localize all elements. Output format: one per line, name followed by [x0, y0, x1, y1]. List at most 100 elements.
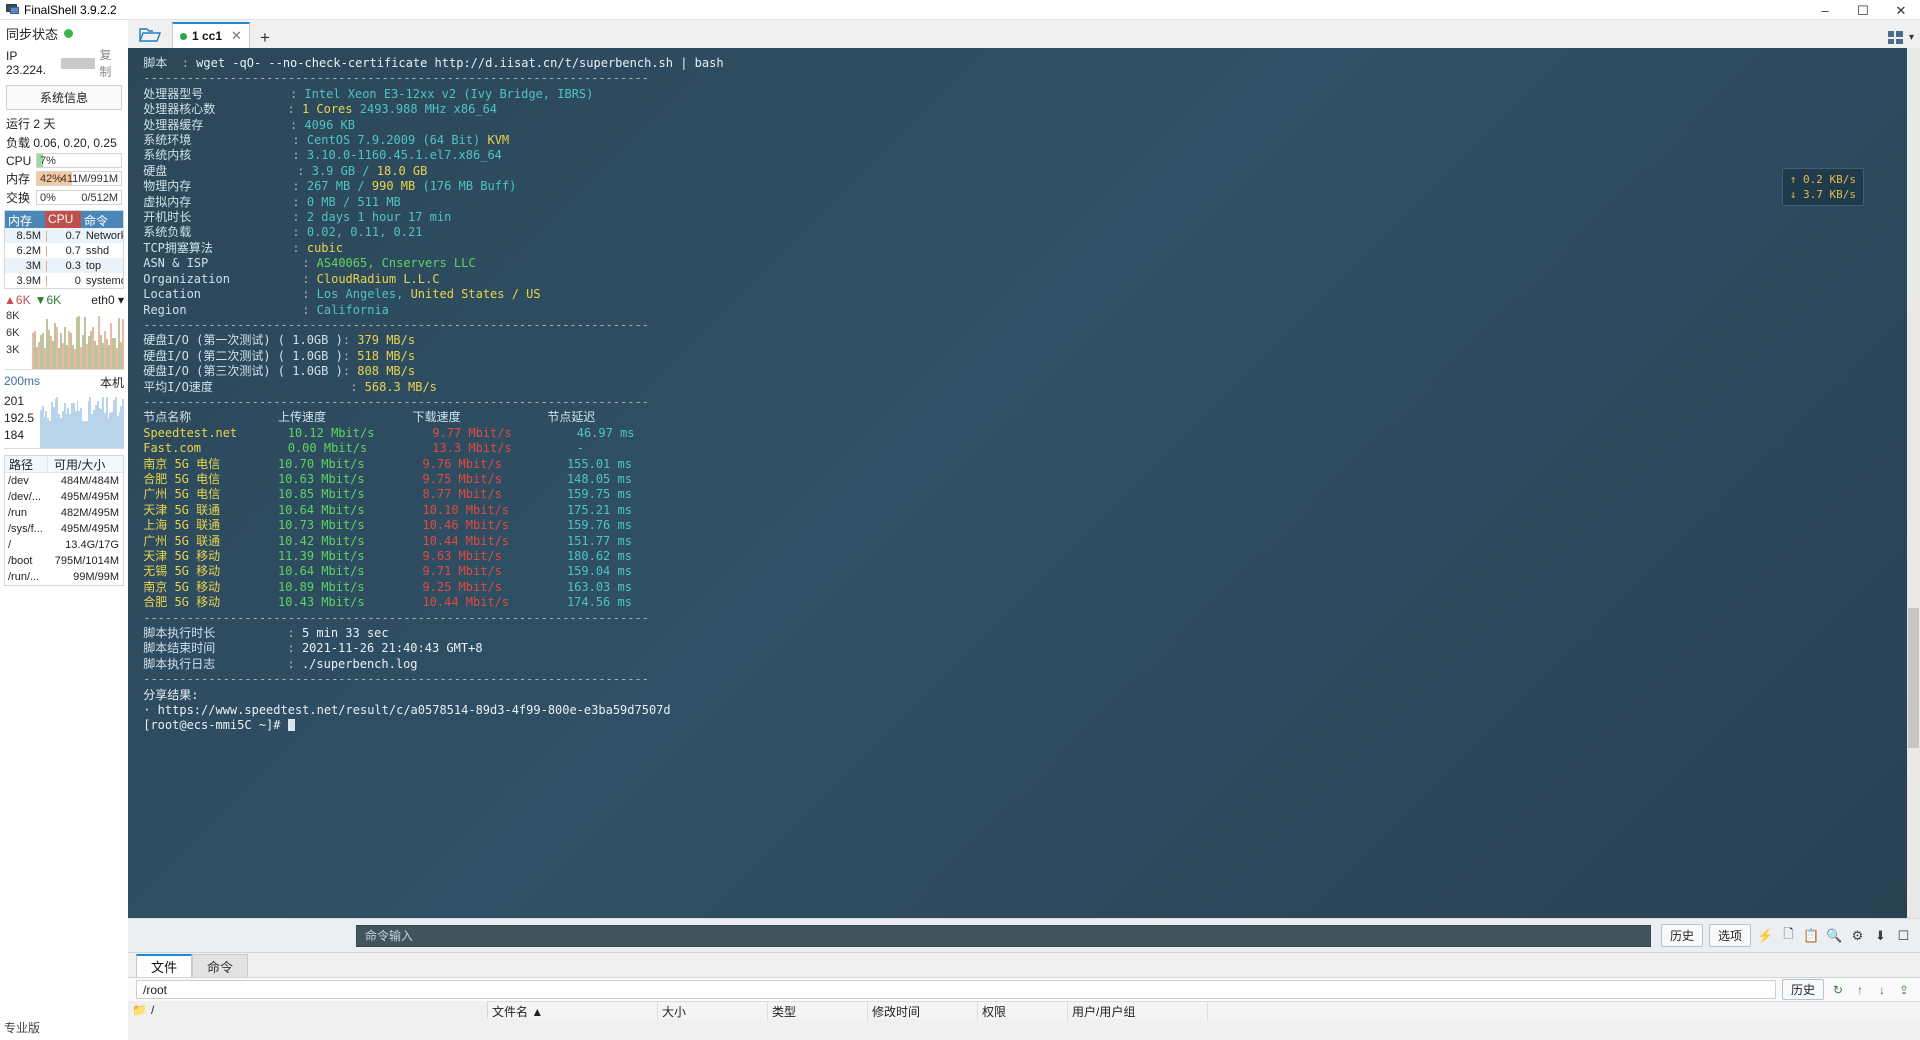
terminal-tab-cc1[interactable]: 1 cc1 ✕	[172, 22, 250, 48]
network-upload-rate: ▲6K	[4, 293, 31, 307]
maximize-button[interactable]: ☐	[1844, 0, 1882, 20]
network-graph-bars	[32, 310, 124, 369]
swap-meter: 0% 0/512M	[36, 190, 122, 205]
process-col-cpu[interactable]: CPU	[45, 211, 81, 228]
download-icon[interactable]: ↓	[1874, 982, 1890, 998]
process-row[interactable]: 3.9M | 0 systemd	[5, 273, 123, 288]
close-button[interactable]: ✕	[1882, 0, 1920, 20]
terminal-scrollbar[interactable]	[1907, 48, 1920, 918]
process-table-header: 内存 CPU 命令	[5, 211, 123, 228]
disk-row[interactable]: /dev 484M/484M	[5, 473, 123, 489]
disk-size: 99M/99M	[73, 571, 119, 583]
scrollbar-thumb[interactable]	[1908, 608, 1919, 748]
file-tree-root[interactable]: 📁 /	[128, 1001, 488, 1019]
process-col-cmd[interactable]: 命令	[81, 211, 123, 228]
disk-row[interactable]: /sys/f... 495M/495M	[5, 521, 123, 537]
monitor-sidebar: 同步状态 IP 23.224. 复制 系统信息 运行 2 天 负载 0.06, …	[0, 20, 128, 1040]
ip-label: IP 23.224.	[6, 49, 47, 77]
file-column-header[interactable]: 类型	[768, 1001, 868, 1020]
process-row[interactable]: 3M | 0.3 top	[5, 258, 123, 273]
disk-size: 495M/495M	[60, 523, 119, 535]
latency-graph: 201 192.5 184	[4, 391, 125, 449]
tab-status-dot	[180, 32, 187, 40]
process-cpu: 0.7	[65, 229, 81, 242]
process-cmd: top	[85, 259, 102, 272]
file-path-input[interactable]: /root	[136, 980, 1776, 999]
tab-close-icon[interactable]: ✕	[231, 28, 242, 44]
refresh-icon[interactable]: ↻	[1830, 982, 1846, 998]
disk-path: /	[8, 539, 12, 551]
upload-icon[interactable]: ↑	[1852, 982, 1868, 998]
network-rate-toast: ↑ 0.2 KB/s ↓ 3.7 KB/s	[1781, 168, 1864, 206]
system-info-button[interactable]: 系统信息	[6, 85, 122, 110]
disk-path: /boot	[8, 555, 33, 567]
disk-size: 495M/495M	[60, 491, 119, 503]
memory-meter-row: 内存 42% 411M/991M	[0, 169, 128, 188]
process-cpu: 0.3	[65, 259, 81, 272]
copy-icon[interactable]: 🗋	[1780, 926, 1797, 944]
terminal-area[interactable]: 脚本 : wget -qO- --no-check-certificate ht…	[128, 48, 1920, 918]
disk-row[interactable]: /run 482M/495M	[5, 505, 123, 521]
latency-graph-header: 200ms 本机	[0, 370, 128, 391]
command-input[interactable]: 命令输入	[356, 924, 1651, 947]
memory-meter: 42% 411M/991M	[36, 171, 122, 186]
file-tree-root-label: /	[150, 1003, 155, 1017]
folder-icon: 📁	[132, 1003, 147, 1017]
memory-meter-label: 内存	[6, 172, 31, 186]
process-mem: 6.2M	[16, 244, 41, 257]
sync-status-row: 同步状态	[0, 20, 128, 45]
disk-table-header: 路径 可用/大小	[5, 455, 123, 473]
ip-masked-region	[61, 57, 96, 69]
window-controls: – ☐ ✕	[1806, 0, 1920, 20]
copy-ip-button[interactable]: 复制	[99, 46, 122, 80]
pro-version-badge: 专业版	[4, 1021, 41, 1035]
command-history-button[interactable]: 历史	[1660, 924, 1703, 947]
file-column-header[interactable]: 用户/用户组	[1068, 1001, 1208, 1020]
cpu-meter: 7%	[36, 153, 122, 168]
file-column-header[interactable]: 权限	[978, 1001, 1068, 1020]
sync-status-label: 同步状态	[6, 27, 59, 42]
upload-file-icon[interactable]: ⇪	[1896, 982, 1912, 998]
disk-row[interactable]: /run/... 99M/99M	[5, 569, 123, 585]
minimize-button[interactable]: –	[1806, 0, 1844, 20]
folder-open-icon[interactable]	[128, 21, 172, 48]
load-average-label: 负载 0.06, 0.20, 0.25	[6, 136, 117, 150]
tab-files[interactable]: 文件	[136, 954, 192, 977]
process-row[interactable]: 6.2M | 0.7 sshd	[5, 243, 123, 258]
grid-layout-icon[interactable]	[1887, 31, 1903, 44]
latency-host-label: 本机	[99, 376, 124, 390]
disk-row[interactable]: /boot 795M/1014M	[5, 553, 123, 569]
network-graph-axis: 8K 6K 3K	[6, 310, 20, 356]
command-options-button[interactable]: 选项	[1708, 924, 1751, 947]
disk-path: /run/...	[8, 571, 40, 583]
paste-icon[interactable]: 📋	[1803, 927, 1820, 944]
download-icon[interactable]: ⬇	[1872, 927, 1889, 944]
tab-label: 1 cc1	[192, 29, 223, 43]
network-interface-selector[interactable]: eth0 ▾	[91, 293, 124, 307]
disk-usage-table: 路径 可用/大小 /dev 484M/484M/dev/... 495M/495M /…	[4, 455, 124, 586]
disk-row[interactable]: /dev/... 495M/495M	[5, 489, 123, 505]
file-path-bar: /root 历史 ↻ ↑ ↓ ⇪	[128, 977, 1920, 1001]
disk-row[interactable]: / 13.4G/17G	[5, 537, 123, 553]
file-column-header[interactable]: 修改时间	[868, 1001, 978, 1020]
search-icon[interactable]: 🔍	[1826, 927, 1843, 944]
chevron-down-icon[interactable]: ▾	[1909, 32, 1914, 43]
file-column-header[interactable]: 大小	[658, 1001, 768, 1020]
gear-icon[interactable]: ⚙	[1849, 927, 1866, 944]
process-mem: 8.5M	[16, 229, 41, 242]
cpu-meter-row: CPU 7%	[0, 152, 128, 169]
file-column-header[interactable]: 文件名 ▲	[488, 1001, 658, 1020]
disk-path: /dev	[8, 475, 29, 487]
new-tab-button[interactable]: +	[250, 29, 280, 48]
window-icon[interactable]: ☐	[1895, 927, 1912, 944]
process-row[interactable]: 8.5M | 0.7 Network	[5, 228, 123, 243]
process-col-mem[interactable]: 内存	[5, 211, 45, 228]
swap-meter-label: 交换	[6, 191, 31, 205]
tab-commands[interactable]: 命令	[192, 954, 248, 977]
file-list-header: 文件名 ▲ 大小 类型 修改时间 权限 用户/用户组	[488, 1001, 1920, 1020]
lightning-icon[interactable]: ⚡	[1757, 927, 1774, 944]
tabbar-actions: ▾	[1887, 31, 1914, 44]
disk-col-path: 路径	[9, 457, 34, 472]
terminal-output: 脚本 : wget -qO- --no-check-certificate ht…	[143, 56, 724, 733]
file-history-button[interactable]: 历史	[1781, 979, 1824, 1000]
